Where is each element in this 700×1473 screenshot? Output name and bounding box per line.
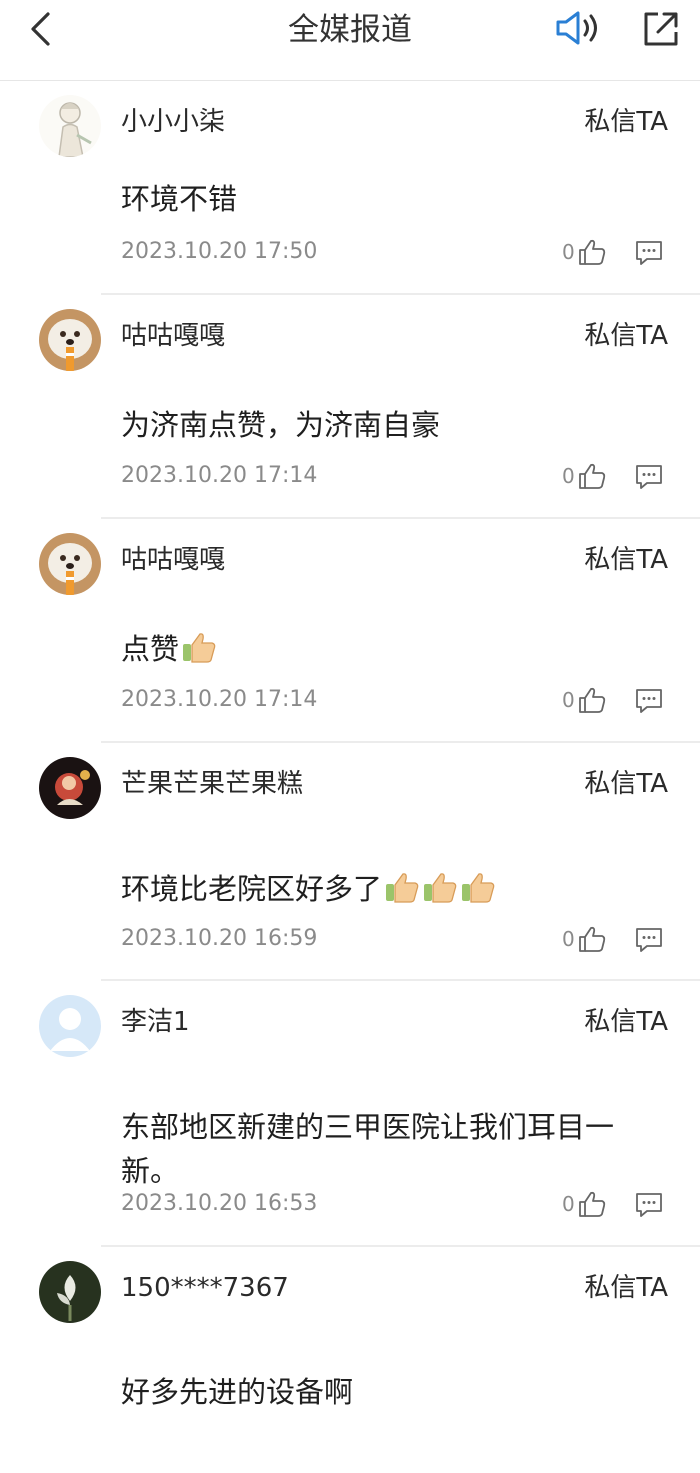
comment-content: 好多先进的设备啊 [121,1370,661,1414]
private-message-link[interactable]: 私信TA [584,766,668,802]
private-message-link[interactable]: 私信TA [584,1270,668,1306]
comment-item[interactable]: 李洁1 私信TA 东部地区新建的三甲医院让我们耳目一新。 2023.10.20 16:… [0,981,700,1247]
top-bar: 全媒报道 [0,0,700,81]
avatar[interactable] [39,533,101,595]
thumbs-up-emoji-icon [422,869,458,905]
thumbs-up-emoji-icon [181,629,217,665]
comment-bubble-icon [634,465,664,495]
avatar[interactable] [39,95,101,157]
comment-bubble-icon [634,689,664,719]
private-message-link[interactable]: 私信TA [584,1004,668,1040]
like-button[interactable] [577,685,607,715]
reply-button[interactable] [634,924,664,954]
like-button[interactable] [577,237,607,267]
comment-timestamp: 2023.10.20 17:50 [121,239,318,264]
comment-text: 东部地区新建的三甲医院让我们耳目一新。 [121,1110,615,1188]
reply-button[interactable] [634,1189,664,1219]
like-count: 0 [562,927,575,951]
comment-timestamp: 2023.10.20 16:53 [121,1191,318,1216]
username[interactable]: 150****7367 [121,1270,289,1306]
thumbs-up-icon [577,1191,607,1223]
username[interactable]: 咕咕嘎嘎 [121,542,225,578]
username[interactable]: 咕咕嘎嘎 [121,318,225,354]
comment-item[interactable]: 咕咕嘎嘎 私信TA 点赞 2023.10.20 17:14 0 [0,519,700,743]
comment-text: 好多先进的设备啊 [121,1375,354,1409]
thumbs-up-emoji-icon [384,869,420,905]
reply-button[interactable] [634,685,664,715]
comment-content: 环境不错 [121,177,661,221]
comment-text: 环境比老院区好多了 [121,872,383,906]
comment-item[interactable]: 150****7367 私信TA 好多先进的设备啊 [0,1247,700,1473]
like-count: 0 [562,1192,575,1216]
avatar[interactable] [39,995,101,1057]
like-count: 0 [562,464,575,488]
thumbs-up-icon [577,926,607,958]
username[interactable]: 李洁1 [121,1004,190,1040]
thumbs-up-icon [577,239,607,271]
comment-timestamp: 2023.10.20 16:59 [121,926,318,951]
username[interactable]: 小小小柒 [121,104,225,140]
comment-content: 点赞 [121,627,661,671]
private-message-link[interactable]: 私信TA [584,542,668,578]
comment-timestamp: 2023.10.20 17:14 [121,463,318,488]
comment-text: 点赞 [121,632,180,666]
reply-button[interactable] [634,461,664,491]
thumbs-up-emoji-icon [460,869,496,905]
avatar[interactable] [39,309,101,371]
read-aloud-button[interactable] [554,8,606,48]
private-message-link[interactable]: 私信TA [584,104,668,140]
like-button[interactable] [577,1189,607,1219]
comment-text: 为济南点赞，为济南自豪 [121,408,441,442]
comment-content: 为济南点赞，为济南自豪 [121,403,661,447]
speaker-icon [556,11,597,45]
avatar[interactable] [39,1261,101,1323]
comment-item[interactable]: 咕咕嘎嘎 私信TA 为济南点赞，为济南自豪 2023.10.20 17:14 0 [0,295,700,519]
like-count: 0 [562,240,575,264]
avatar[interactable] [39,757,101,819]
reply-button[interactable] [634,237,664,267]
comment-timestamp: 2023.10.20 17:14 [121,687,318,712]
username[interactable]: 芒果芒果芒果糕 [121,766,303,802]
like-button[interactable] [577,461,607,491]
comment-bubble-icon [634,928,664,958]
comment-bubble-icon [634,1193,664,1223]
comment-item[interactable]: 小小小柒 私信TA 环境不错 2023.10.20 17:50 0 [0,81,700,295]
like-count: 0 [562,688,575,712]
comment-bubble-icon [634,241,664,271]
comment-item[interactable]: 芒果芒果芒果糕 私信TA 环境比老院区好多了 2023.10.20 16:59 0 [0,743,700,981]
thumbs-up-icon [577,463,607,495]
comment-content: 环境比老院区好多了 [121,867,661,911]
share-external-icon [644,12,678,46]
like-button[interactable] [577,924,607,954]
thumbs-up-icon [577,687,607,719]
private-message-link[interactable]: 私信TA [584,318,668,354]
comment-text: 环境不错 [121,182,238,216]
comment-content: 东部地区新建的三甲医院让我们耳目一新。 [121,1105,661,1193]
share-button[interactable] [642,10,680,48]
